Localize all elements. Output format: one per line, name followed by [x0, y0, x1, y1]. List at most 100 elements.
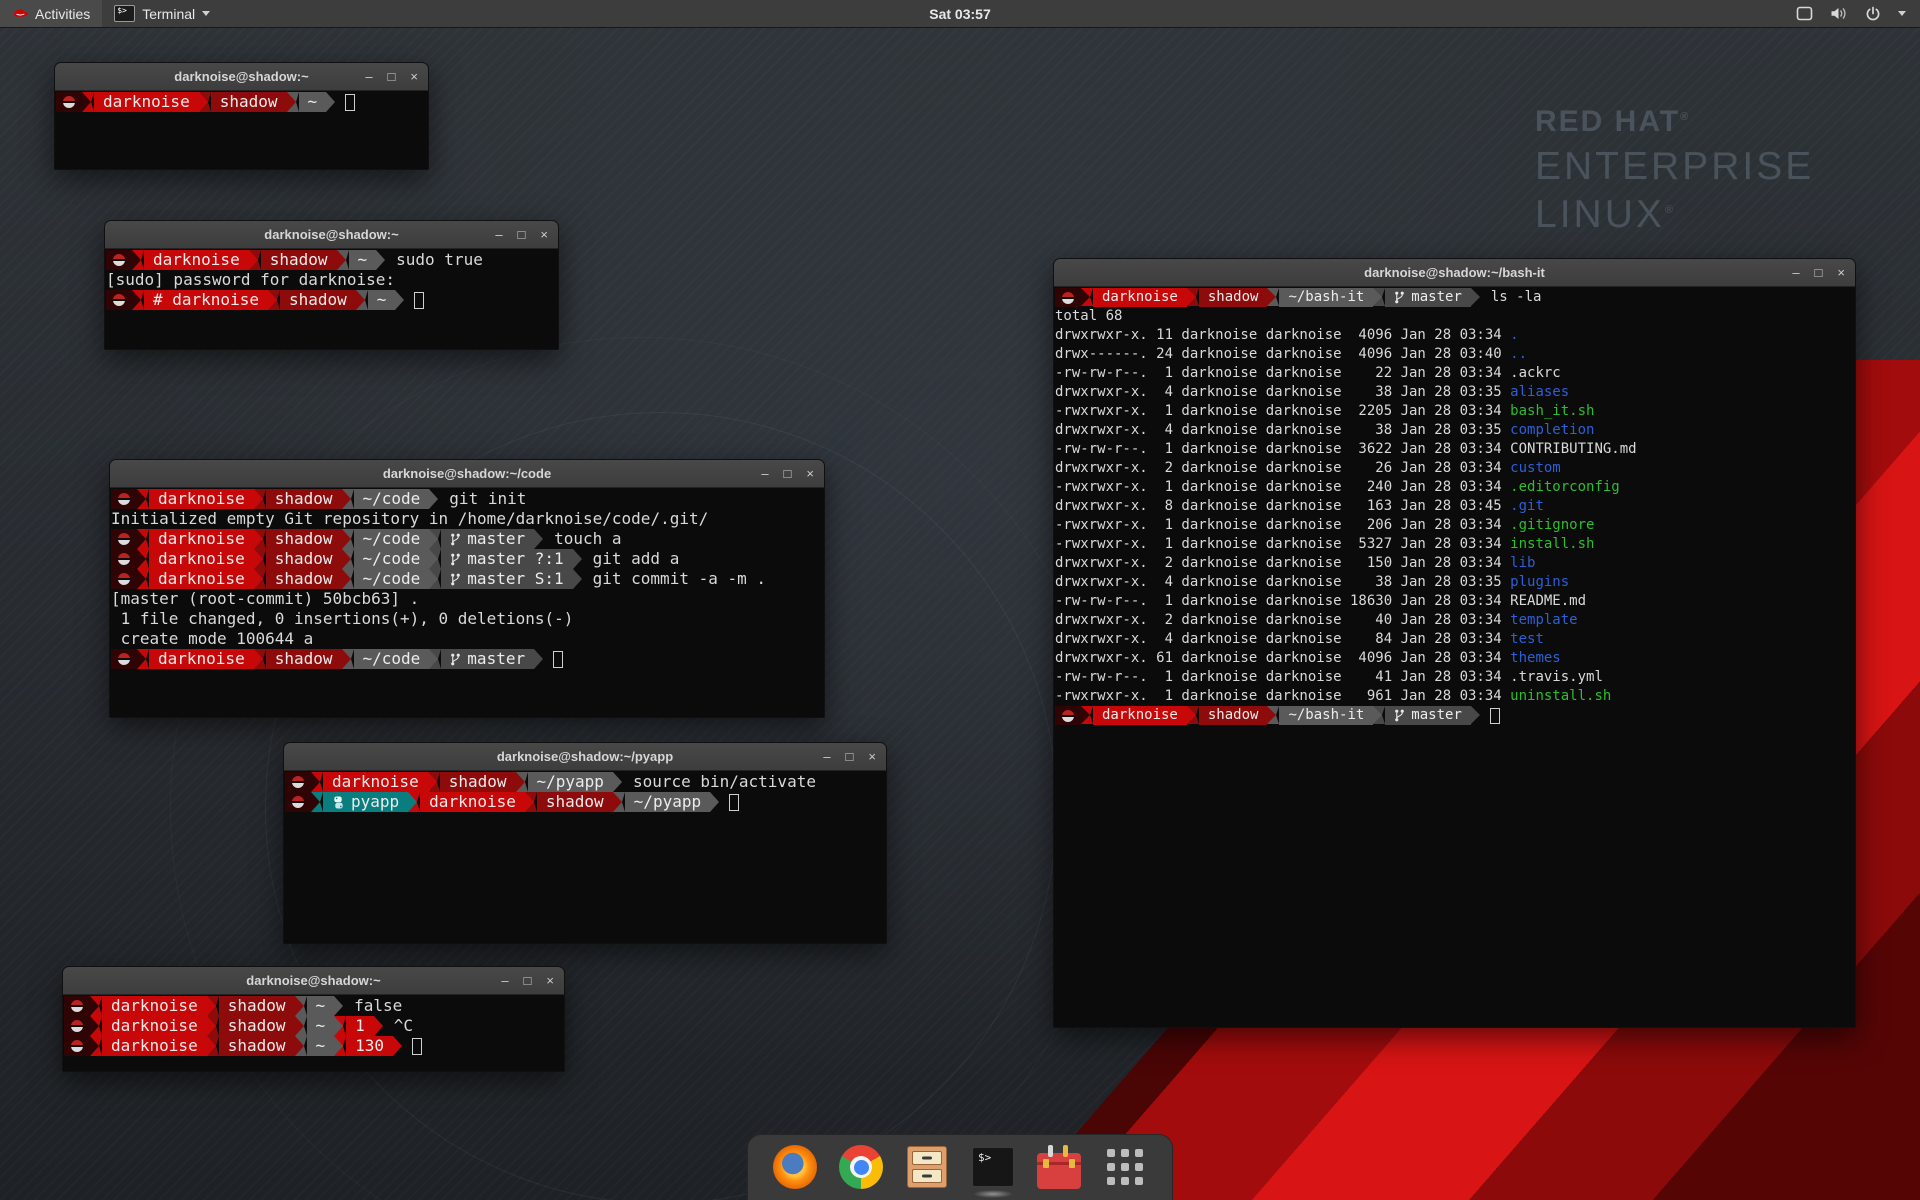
prompt-segment-host: shadow: [266, 489, 342, 509]
powerline-arrow: [376, 250, 388, 270]
dock-item-terminal[interactable]: $>: [970, 1144, 1016, 1190]
git-branch-icon: [1394, 290, 1405, 305]
window-minimize-button[interactable]: –: [1792, 266, 1799, 279]
dock-item-toolbox[interactable]: [1036, 1144, 1082, 1190]
terminal-content[interactable]: darknoiseshadow~: [55, 91, 428, 169]
command-text: source bin/activate: [633, 772, 816, 792]
window-close-button[interactable]: ×: [806, 467, 814, 480]
window-close-button[interactable]: ×: [546, 974, 554, 987]
window-close-button[interactable]: ×: [868, 750, 876, 763]
dock-item-app-grid[interactable]: [1102, 1144, 1148, 1190]
window-minimize-button[interactable]: –: [761, 467, 768, 480]
command-text: git init: [449, 489, 526, 509]
terminal-content[interactable]: darknoiseshadow~/codegit initInitialized…: [110, 488, 824, 717]
window-titlebar[interactable]: darknoise@shadow:~–□×: [105, 221, 558, 249]
powerline-arrow: [342, 529, 354, 549]
ls-row: drwxrwxr-x. 4 darknoise darknoise 84 Jan…: [1055, 630, 1855, 649]
terminal-content[interactable]: darknoiseshadow~sudo true[sudo] password…: [105, 249, 558, 349]
window-titlebar[interactable]: darknoise@shadow:~/bash-it – □ ×: [1054, 259, 1855, 287]
terminal-content[interactable]: darknoiseshadow~/bash-itmasterls -latota…: [1054, 287, 1855, 1027]
dock-item-chrome[interactable]: [838, 1144, 884, 1190]
powerline-arrow: [1267, 288, 1279, 306]
powerline-arrow: [207, 1016, 219, 1036]
powerline-arrow: [342, 569, 354, 589]
window-title: darknoise@shadow:~/code: [383, 466, 551, 481]
powerline-arrow: [613, 792, 625, 812]
window-maximize-button[interactable]: □: [524, 974, 532, 987]
powerline-arrow: [429, 649, 441, 669]
window-titlebar[interactable]: darknoise@shadow:~ – □ ×: [63, 967, 564, 995]
prompt-segment-path: ~: [349, 250, 377, 270]
ls-row: drwxrwxr-x. 4 darknoise darknoise 38 Jan…: [1055, 421, 1855, 440]
prompt-segment-icon: [64, 1016, 90, 1036]
terminal-prompt-line: # darknoiseshadow~: [106, 290, 558, 310]
prompt-segment-path: ~/code: [354, 489, 430, 509]
prompt-segment-icon: [111, 489, 137, 509]
window-minimize-button[interactable]: –: [495, 228, 502, 241]
window-controls: – □ ×: [761, 460, 814, 487]
ls-meta: -rw-rw-r--. 1 darknoise darknoise 41 Jan…: [1055, 669, 1510, 685]
window-maximize-button[interactable]: □: [518, 228, 526, 241]
prompt-pokeball-icon: [1062, 292, 1074, 304]
ls-meta: -rwxrwxr-x. 1 darknoise darknoise 2205 J…: [1055, 403, 1510, 419]
ls-meta: -rwxrwxr-x. 1 darknoise darknoise 961 Ja…: [1055, 688, 1510, 704]
terminal-prompt-line: darknoiseshadow~/bash-itmaster: [1055, 706, 1855, 725]
window-titlebar[interactable]: darknoise@shadow:~–□×: [55, 63, 428, 91]
terminal-prompt-line: darknoiseshadow~/codegit init: [111, 489, 824, 509]
powerline-arrow: [1373, 288, 1385, 306]
window-maximize-button[interactable]: □: [846, 750, 854, 763]
window-title: darknoise@shadow:~: [246, 973, 380, 988]
ls-meta: drwxrwxr-x. 8 darknoise darknoise 163 Ja…: [1055, 498, 1510, 514]
prompt-segment-host: shadow: [219, 996, 295, 1016]
prompt-segment-user: darknoise: [420, 792, 525, 812]
prompt-segment-icon: [285, 792, 311, 812]
prompt-segment-path: ~: [307, 1016, 335, 1036]
window-minimize-button[interactable]: –: [823, 750, 830, 763]
clock[interactable]: Sat 03:57: [919, 0, 1000, 27]
powerline-arrow: [408, 792, 420, 812]
prompt-segment-user: darknoise: [1093, 288, 1187, 307]
ls-filename: custom: [1510, 460, 1561, 476]
window-minimize-button[interactable]: –: [365, 70, 372, 83]
display-icon[interactable]: [1796, 6, 1813, 21]
window-titlebar[interactable]: darknoise@shadow:~/code – □ ×: [110, 460, 824, 488]
terminal-prompt-line: darknoiseshadow~: [56, 92, 428, 112]
window-titlebar[interactable]: darknoise@shadow:~/pyapp–□×: [284, 743, 886, 771]
powerline-arrow: [1187, 288, 1199, 306]
ls-meta: drwxrwxr-x. 11 darknoise darknoise 4096 …: [1055, 327, 1510, 343]
window-maximize-button[interactable]: □: [784, 467, 792, 480]
powerline-arrow: [249, 250, 261, 270]
power-icon[interactable]: [1865, 6, 1881, 22]
terminal-prompt-line: darknoiseshadow~/codemaster S:1git commi…: [111, 569, 824, 589]
app-menu-terminal[interactable]: $> Terminal: [102, 0, 222, 27]
dock-item-files[interactable]: [904, 1144, 950, 1190]
window-title: darknoise@shadow:~/bash-it: [1364, 265, 1545, 280]
powerline-arrow: [1187, 706, 1199, 724]
window-close-button[interactable]: ×: [410, 70, 418, 83]
window-close-button[interactable]: ×: [1837, 266, 1845, 279]
top-bar: Activities $> Terminal Sat 03:57: [0, 0, 1920, 28]
brand-linux: LINUX: [1535, 193, 1665, 236]
terminal-content[interactable]: darknoiseshadow~falsedarknoiseshadow~1^C…: [63, 995, 564, 1071]
git-branch-icon: [1394, 708, 1405, 723]
powerline-arrow: [207, 1036, 219, 1056]
ls-row: drwxrwxr-x. 61 darknoise darknoise 4096 …: [1055, 649, 1855, 668]
prompt-segment-user: darknoise: [149, 549, 254, 569]
window-maximize-button[interactable]: □: [388, 70, 396, 83]
window-maximize-button[interactable]: □: [1815, 266, 1823, 279]
terminal-cursor: [412, 1038, 422, 1055]
window-close-button[interactable]: ×: [540, 228, 548, 241]
ls-row: drwxrwxr-x. 4 darknoise darknoise 38 Jan…: [1055, 573, 1855, 592]
ls-filename: .git: [1510, 498, 1544, 514]
dock-item-firefox[interactable]: [772, 1144, 818, 1190]
powerline-arrow: [287, 92, 299, 112]
terminal-content[interactable]: darknoiseshadow~/pyappsource bin/activat…: [284, 771, 886, 943]
powerline-arrow: [295, 1016, 307, 1036]
volume-icon[interactable]: [1830, 6, 1848, 21]
tray-chevron-down-icon[interactable]: [1898, 11, 1906, 16]
window-minimize-button[interactable]: –: [501, 974, 508, 987]
activities-button[interactable]: Activities: [0, 0, 102, 27]
prompt-segment-path: ~/pyapp: [528, 772, 613, 792]
terminal-prompt-line: pyappdarknoiseshadow~/pyapp: [285, 792, 886, 812]
ls-meta: drwxrwxr-x. 4 darknoise darknoise 38 Jan…: [1055, 574, 1510, 590]
